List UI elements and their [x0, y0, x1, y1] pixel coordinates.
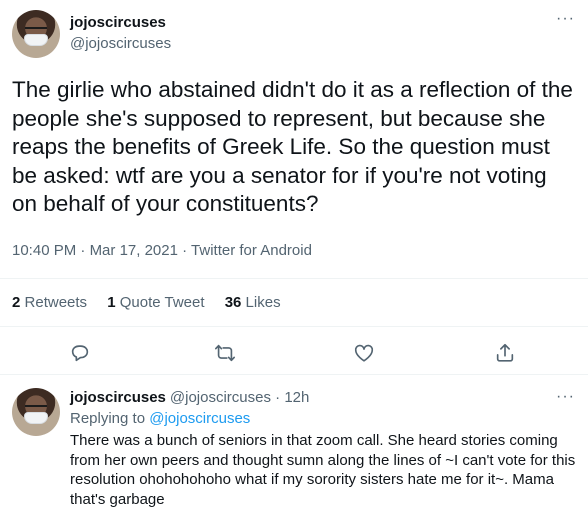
meta-separator: · — [80, 242, 90, 259]
reply-text: There was a bunch of seniors in that zoo… — [70, 432, 576, 508]
reply-header: jojoscircuses @jojoscircuses · 12h — [70, 389, 309, 406]
avatar-glasses — [25, 27, 47, 32]
reply-age[interactable]: 12h — [284, 389, 309, 406]
action-bar — [0, 338, 588, 368]
more-options-icon[interactable]: ··· — [556, 389, 575, 405]
user-handle[interactable]: @jojoscircuses — [170, 389, 271, 406]
avatar-mask — [24, 34, 48, 46]
display-name[interactable]: jojoscircuses — [70, 389, 166, 406]
tweet-date[interactable]: Mar 17, 2021 — [90, 242, 178, 259]
divider — [0, 278, 588, 279]
reply-icon[interactable] — [69, 342, 91, 364]
tweet-stats: 2 Retweets 1 Quote Tweet 36 Likes — [12, 294, 297, 311]
divider — [0, 374, 588, 375]
avatar-mask — [24, 412, 48, 424]
avatar-glasses — [25, 405, 47, 410]
tweet-meta: 10:40 PM · Mar 17, 2021 · Twitter for An… — [12, 242, 312, 259]
like-icon[interactable] — [353, 342, 375, 364]
replying-to-link[interactable]: @jojoscircuses — [149, 410, 250, 427]
meta-separator: · — [270, 389, 285, 406]
user-handle[interactable]: @jojoscircuses — [70, 35, 171, 52]
retweets-stat[interactable]: 2 Retweets — [12, 294, 87, 311]
tweet-text: The girlie who abstained didn't do it as… — [12, 77, 573, 216]
retweet-icon[interactable] — [214, 342, 236, 364]
more-options-icon[interactable]: ··· — [556, 11, 575, 27]
quotes-stat[interactable]: 1 Quote Tweet — [107, 294, 204, 311]
replying-to: Replying to @jojoscircuses — [70, 410, 251, 427]
avatar[interactable] — [12, 388, 60, 436]
likes-stat[interactable]: 36 Likes — [225, 294, 281, 311]
share-icon[interactable] — [494, 342, 516, 364]
avatar[interactable] — [12, 10, 60, 58]
tweet-time[interactable]: 10:40 PM — [12, 242, 76, 259]
meta-separator: · — [182, 242, 192, 259]
divider — [0, 326, 588, 327]
tweet-source[interactable]: Twitter for Android — [191, 242, 312, 259]
display-name[interactable]: jojoscircuses — [70, 14, 166, 31]
